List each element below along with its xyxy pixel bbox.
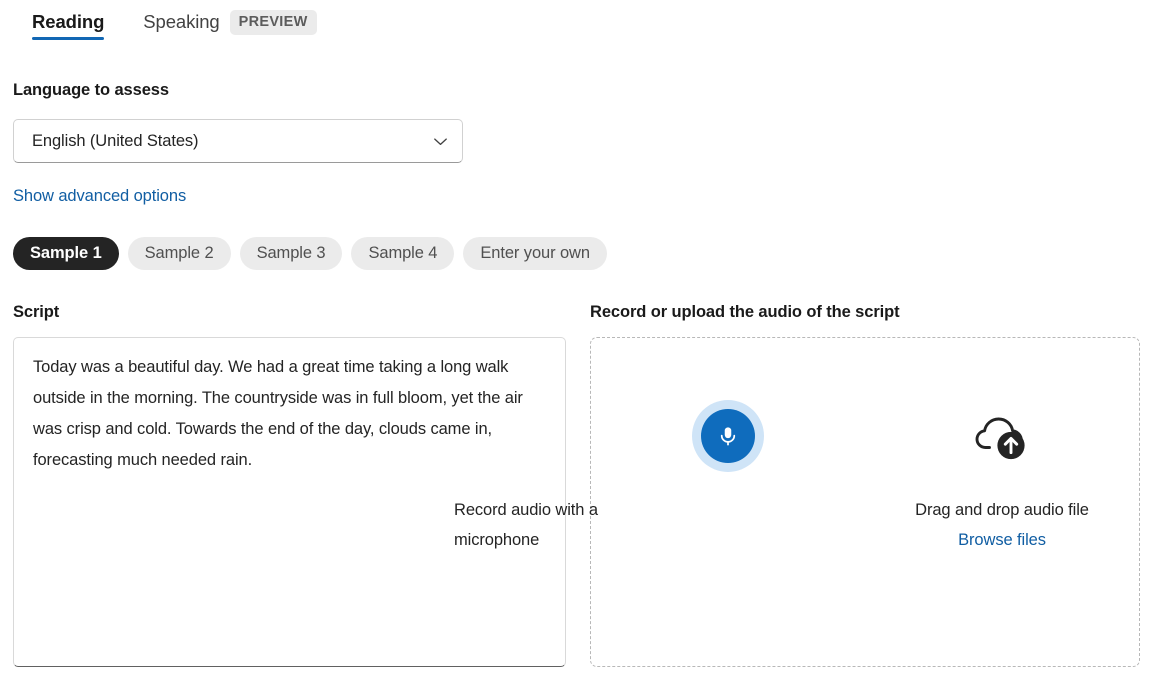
language-label: Language to assess: [13, 81, 169, 100]
language-select[interactable]: English (United States): [13, 119, 463, 163]
sample-pill-enter-your-own[interactable]: Enter your own: [463, 237, 607, 270]
tab-reading[interactable]: Reading: [13, 0, 124, 42]
language-selected-value: English (United States): [14, 132, 422, 151]
browse-files-link[interactable]: Browse files: [958, 531, 1046, 550]
record-column: Record audio with a microphone: [591, 400, 865, 555]
record-audio-button[interactable]: [692, 400, 764, 472]
tablist: Reading Speaking PREVIEW: [13, 0, 337, 44]
record-caption: Record audio with a microphone: [454, 495, 640, 555]
script-text: Today was a beautiful day. We had a grea…: [33, 352, 547, 476]
dropzone-columns: Record audio with a microphone Drag and …: [591, 400, 1139, 555]
sample-pill-4[interactable]: Sample 4: [351, 237, 454, 270]
tab-active-indicator: [32, 37, 104, 40]
upload-column: Drag and drop audio file Browse files: [865, 400, 1139, 555]
microphone-icon: [701, 409, 755, 463]
preview-badge: PREVIEW: [230, 10, 317, 35]
script-label: Script: [13, 303, 59, 322]
drag-and-drop-caption: Drag and drop audio file: [915, 495, 1089, 525]
show-advanced-options-link[interactable]: Show advanced options: [13, 187, 186, 206]
pronunciation-assessment-page: Reading Speaking PREVIEW Language to ass…: [0, 0, 1152, 683]
chevron-down-icon: [422, 132, 458, 151]
cloud-upload-icon[interactable]: [966, 400, 1038, 472]
tab-speaking-label: Speaking: [143, 10, 219, 34]
record-upload-label: Record or upload the audio of the script: [590, 303, 900, 322]
tab-reading-label: Reading: [32, 10, 104, 34]
sample-pill-3[interactable]: Sample 3: [240, 237, 343, 270]
tab-speaking[interactable]: Speaking PREVIEW: [124, 0, 336, 42]
audio-dropzone[interactable]: Record audio with a microphone Drag and …: [590, 337, 1140, 667]
sample-pill-2[interactable]: Sample 2: [128, 237, 231, 270]
sample-pill-1[interactable]: Sample 1: [13, 237, 119, 270]
sample-selector: Sample 1 Sample 2 Sample 3 Sample 4 Ente…: [13, 237, 607, 270]
